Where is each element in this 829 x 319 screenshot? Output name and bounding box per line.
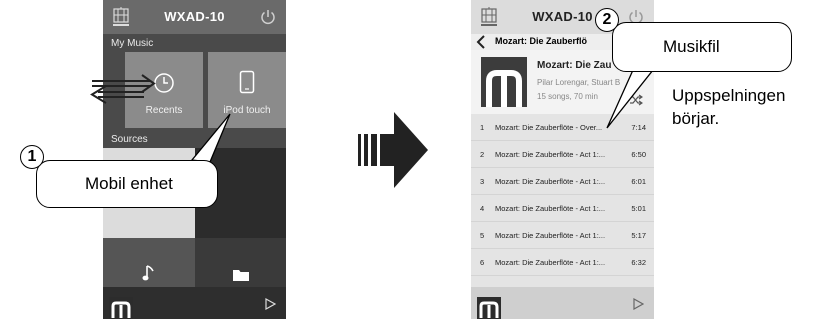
power-icon[interactable]: [259, 8, 277, 26]
step-2-badge: 2: [595, 8, 619, 32]
music-note-icon: [142, 265, 154, 281]
track-number: 6: [480, 258, 485, 267]
play-icon[interactable]: [632, 298, 644, 310]
swipe-arrows-icon: [90, 74, 156, 104]
top-bar: WXAD-10: [103, 0, 286, 34]
folder-source-tile[interactable]: [195, 238, 286, 289]
folder-icon: [233, 270, 249, 281]
track-duration: 6:32: [631, 258, 646, 267]
callout-music-file: Musikfil: [612, 22, 792, 72]
track-duration: 6:50: [631, 150, 646, 159]
track-duration: 6:01: [631, 177, 646, 186]
play-icon[interactable]: [264, 298, 276, 310]
track-title: Mozart: Die Zauberflöte - Act 1:...: [495, 231, 606, 240]
album-art: [481, 57, 527, 107]
callout-1-text: Mobil enhet: [85, 174, 173, 193]
track-title: Mozart: Die Zauberflöte - Act 1:...: [495, 258, 606, 267]
album-song-count: 15 songs, 70 min: [537, 92, 598, 101]
track-row[interactable]: 5 Mozart: Die Zauberflöte - Act 1:... 5:…: [471, 222, 654, 249]
result-line-2: börjar.: [672, 109, 720, 128]
player-bar[interactable]: [471, 287, 654, 319]
callout-mobile-device: Mobil enhet: [36, 160, 218, 208]
back-chevron-icon[interactable]: [476, 35, 486, 49]
m-logo-icon: [111, 301, 131, 318]
track-title: Mozart: Die Zauberflöte - Act 1:...: [495, 204, 606, 213]
sources-label: Sources: [111, 134, 148, 145]
callout-2-pointer: [606, 69, 655, 129]
album-thumbnail: [109, 297, 133, 319]
callout-2-text: Musikfil: [663, 37, 720, 56]
step-1-badge: 1: [20, 145, 44, 169]
m-logo-icon: [486, 70, 522, 107]
track-number: 5: [480, 231, 485, 240]
track-title: Mozart: Die Zauberflöte - Act 1:...: [495, 150, 606, 159]
track-row[interactable]: 6 Mozart: Die Zauberflöte - Act 1:... 6:…: [471, 249, 654, 276]
m-logo-icon: [479, 301, 499, 318]
track-row[interactable]: 4 Mozart: Die Zauberflöte - Act 1:... 5:…: [471, 195, 654, 222]
track-number: 3: [480, 177, 485, 186]
track-row[interactable]: 3 Mozart: Die Zauberflöte - Act 1:... 6:…: [471, 168, 654, 195]
music-source-tile[interactable]: [103, 238, 195, 289]
album-thumbnail: [477, 297, 501, 319]
player-bar[interactable]: [103, 287, 286, 319]
track-number: 1: [480, 123, 485, 132]
result-line-1: Uppspelningen: [672, 86, 786, 105]
phone-icon: [239, 70, 255, 94]
track-number: 4: [480, 204, 485, 213]
album-title: Mozart: Die Zau: [537, 60, 612, 71]
track-duration: 5:17: [631, 231, 646, 240]
my-music-label: My Music: [111, 38, 154, 49]
track-row[interactable]: 2 Mozart: Die Zauberflöte - Act 1:... 6:…: [471, 141, 654, 168]
callout-1-pointer: [190, 113, 231, 163]
track-duration: 5:01: [631, 204, 646, 213]
nav-title: Mozart: Die Zauberflö: [495, 36, 588, 46]
track-number: 2: [480, 150, 485, 159]
next-step-arrow-icon: [358, 112, 428, 188]
track-title: Mozart: Die Zauberflöte - Act 1:...: [495, 177, 606, 186]
track-title: Mozart: Die Zauberflöte - Over...: [495, 123, 603, 132]
